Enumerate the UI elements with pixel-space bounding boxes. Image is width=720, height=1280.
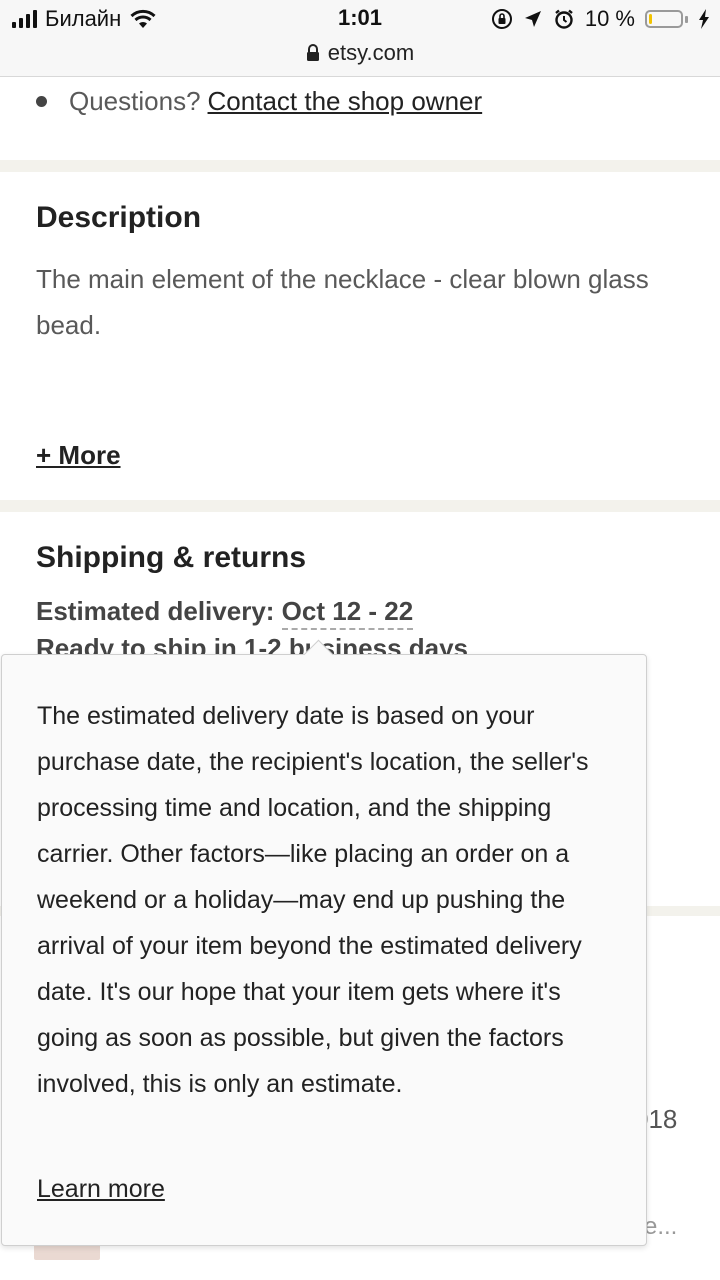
status-bar: Билайн 1:01 etsy.com 10 % [0, 0, 720, 77]
more-link[interactable]: + More [36, 440, 121, 471]
description-text: The main element of the necklace - clear… [36, 264, 649, 340]
status-right: 10 % [491, 6, 710, 32]
contact-shop-owner-link[interactable]: Contact the shop owner [208, 86, 483, 117]
location-arrow-icon [524, 11, 541, 27]
shipping-title: Shipping & returns [36, 541, 306, 574]
estimated-delivery-label: Estimated delivery: [36, 596, 275, 626]
battery-icon [645, 10, 688, 28]
delivery-tooltip: The estimated delivery date is based on … [1, 639, 647, 1246]
estimated-delivery-date[interactable]: Oct 12 - 22 [281, 596, 414, 630]
address-bar[interactable]: etsy.com [0, 40, 720, 66]
lock-icon [306, 44, 319, 61]
url-text: etsy.com [327, 40, 415, 65]
description-title: Description [36, 201, 202, 234]
section-divider [0, 500, 720, 512]
orientation-lock-icon [491, 9, 512, 29]
charging-bolt-icon [699, 9, 709, 29]
estimated-delivery: Estimated delivery: Oct 12 - 22 [36, 596, 414, 630]
questions-row: Questions? Contact the shop owner [36, 86, 482, 117]
learn-more-link[interactable]: Learn more [37, 1175, 165, 1204]
questions-label: Questions? [69, 86, 201, 116]
battery-fill [649, 14, 652, 24]
section-divider [0, 160, 720, 172]
tooltip-text: The estimated delivery date is based on … [37, 702, 589, 1098]
battery-percent: 10 % [584, 6, 635, 31]
alarm-icon [555, 9, 573, 29]
bullet-icon [36, 96, 47, 107]
